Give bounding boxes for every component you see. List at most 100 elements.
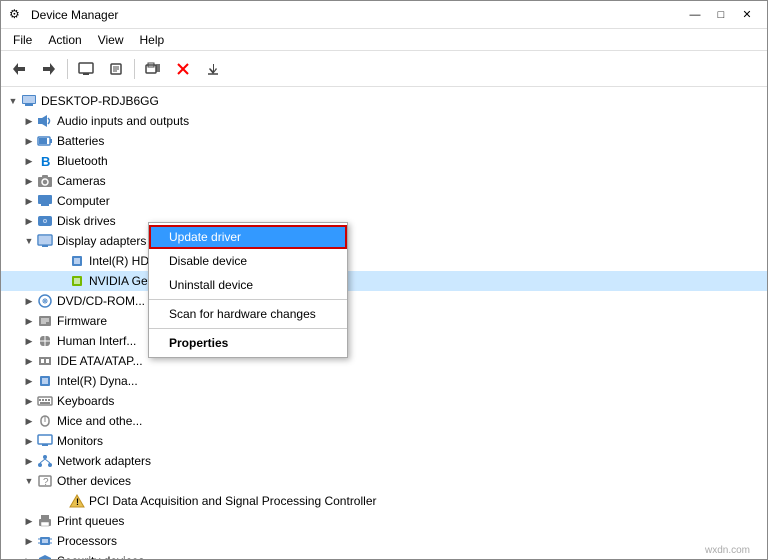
tree-label-keyboards: Keyboards [57,394,114,408]
expander-root[interactable]: ▼ [5,93,21,109]
tree-item-batteries[interactable]: ▶ Batteries [1,131,767,151]
icon-hid [37,333,53,349]
context-menu-scan-hardware[interactable]: Scan for hardware changes [149,302,347,326]
expander-batteries[interactable]: ▶ [21,133,37,149]
icon-display [37,233,53,249]
tree-item-cameras[interactable]: ▶ Cameras [1,171,767,191]
device-manager-window: ⚙ Device Manager — □ ✕ File Action View … [0,0,768,560]
expander-bluetooth[interactable]: ▶ [21,153,37,169]
tree-item-humaninterf[interactable]: ▶ Human Interf... [1,331,767,351]
minimize-button[interactable]: — [683,5,707,25]
icon-other-devices: ? [37,473,53,489]
icon-printer [37,513,53,529]
expander-processors[interactable]: ▶ [21,533,37,549]
tree-label-humaninterf: Human Interf... [57,334,136,348]
tree-label-securitydev: Security devices [57,554,144,559]
menu-view[interactable]: View [90,31,132,49]
icon-warning-pci: ! [69,493,85,509]
context-menu-disable-device[interactable]: Disable device [149,249,347,273]
tree-label-printqueues: Print queues [57,514,124,528]
expander-cameras[interactable]: ▶ [21,173,37,189]
icon-disk [37,213,53,229]
icon-dvd [37,293,53,309]
tree-item-nvidia[interactable]: NVIDIA GeForce 940M [1,271,767,291]
expander-firmware[interactable]: ▶ [21,313,37,329]
tree-item-root[interactable]: ▼ DESKTOP-RDJB6GG [1,91,767,111]
context-menu-sep-1 [149,299,347,300]
menu-action[interactable]: Action [40,31,89,49]
tree-item-computer[interactable]: ▶ Computer [1,191,767,211]
tree-item-display[interactable]: ▼ Display adapters [1,231,767,251]
expander-inteldyn[interactable]: ▶ [21,373,37,389]
icon-chip-nvidia [69,273,85,289]
toolbar-sep-1 [67,59,68,79]
computer-toolbar-button[interactable] [72,55,100,83]
toolbar [1,51,767,87]
tree-item-pcidata[interactable]: ! PCI Data Acquisition and Signal Proces… [1,491,767,511]
icon-ide [37,353,53,369]
close-button[interactable]: ✕ [735,5,759,25]
install-toolbar-button[interactable] [199,55,227,83]
context-menu-update-driver[interactable]: Update driver [149,225,347,249]
expander-otherdevices[interactable]: ▼ [21,473,37,489]
svg-text:?: ? [43,477,49,488]
icon-audio [37,113,53,129]
tree-item-intel-hd[interactable]: Intel(R) HD Graphics 520 [1,251,767,271]
icon-firmware [37,313,53,329]
expander-networkadap[interactable]: ▶ [21,453,37,469]
expander-monitors[interactable]: ▶ [21,433,37,449]
scan-toolbar-button[interactable] [139,55,167,83]
expander-computer[interactable]: ▶ [21,193,37,209]
expander-ideata[interactable]: ▶ [21,353,37,369]
tree-label-mice: Mice and othe... [57,414,142,428]
tree-item-diskdrives[interactable]: ▶ Disk drives [1,211,767,231]
expander-securitydev[interactable]: ▶ [21,553,37,559]
tree-item-audio[interactable]: ▶ Audio inputs and outputs [1,111,767,131]
tree-item-otherdevices[interactable]: ▼ ? Other devices [1,471,767,491]
tree-label-diskdrives: Disk drives [57,214,116,228]
app-icon: ⚙ [9,7,25,23]
window-title: Device Manager [31,8,683,22]
menu-help[interactable]: Help [132,31,173,49]
uninstall-toolbar-button[interactable] [169,55,197,83]
expander-audio[interactable]: ▶ [21,113,37,129]
tree-item-inteldyn[interactable]: ▶ Intel(R) Dyna... [1,371,767,391]
expander-mice[interactable]: ▶ [21,413,37,429]
tree-item-firmware[interactable]: ▶ Firmware [1,311,767,331]
icon-network [37,453,53,469]
tree-label-computer: Computer [57,194,110,208]
tree-item-monitors[interactable]: ▶ Monitors [1,431,767,451]
icon-mouse [37,413,53,429]
context-menu-uninstall-device[interactable]: Uninstall device [149,273,347,297]
tree-label-inteldyn: Intel(R) Dyna... [57,374,138,388]
menu-bar: File Action View Help [1,29,767,51]
expander-printqueues[interactable]: ▶ [21,513,37,529]
icon-security [37,553,53,559]
expander-humaninterf[interactable]: ▶ [21,333,37,349]
maximize-button[interactable]: □ [709,5,733,25]
tree-item-processors[interactable]: ▶ Processors [1,531,767,551]
tree-item-ideata[interactable]: ▶ IDE ATA/ATAP... [1,351,767,371]
properties-toolbar-button[interactable] [102,55,130,83]
expander-dvdcdrom[interactable]: ▶ [21,293,37,309]
tree-label-networkadap: Network adapters [57,454,151,468]
context-menu-properties[interactable]: Properties [149,331,347,355]
tree-label-otherdevices: Other devices [57,474,131,488]
tree-item-dvdcdrom[interactable]: ▶ DVD/CD-ROM... [1,291,767,311]
back-button[interactable] [5,55,33,83]
tree-item-bluetooth[interactable]: ▶ B Bluetooth [1,151,767,171]
icon-chip-dynamic [37,373,53,389]
expander-display[interactable]: ▼ [21,233,37,249]
tree-label-ideata: IDE ATA/ATAP... [57,354,143,368]
tree-item-securitydev[interactable]: ▶ Security devices [1,551,767,559]
tree-item-keyboards[interactable]: ▶ Keyboards [1,391,767,411]
tree-item-mice[interactable]: ▶ Mice and othe... [1,411,767,431]
menu-file[interactable]: File [5,31,40,49]
tree-item-printqueues[interactable]: ▶ Print queues [1,511,767,531]
device-tree[interactable]: ▼ DESKTOP-RDJB6GG ▶ Audio inputs and out… [1,87,767,559]
forward-button[interactable] [35,55,63,83]
tree-label-processors: Processors [57,534,117,548]
expander-diskdrives[interactable]: ▶ [21,213,37,229]
tree-item-networkadap[interactable]: ▶ Network adapters [1,451,767,471]
expander-keyboards[interactable]: ▶ [21,393,37,409]
